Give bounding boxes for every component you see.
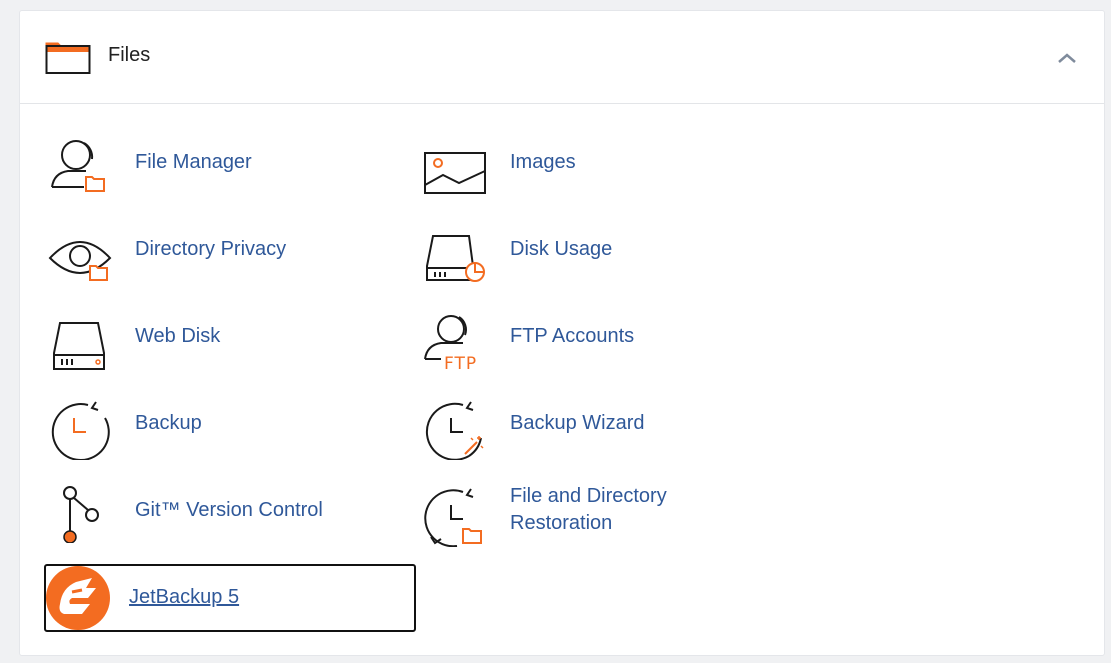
backup-link[interactable]: Backup [44,386,404,460]
chevron-up-icon[interactable] [1054,47,1080,69]
restoration-icon [424,488,482,547]
disk-usage-icon [426,235,485,282]
item-label: File and Directory Restoration [510,485,667,534]
item-label: File Manager [135,151,252,173]
item-label: JetBackup 5 [129,586,240,608]
disk-usage-link[interactable]: Disk Usage [419,212,779,284]
section-title: Files [108,44,151,66]
item-label: Backup Wizard [510,412,645,434]
git-version-control-link[interactable]: Git™ Version Control [44,473,404,545]
git-icon [63,486,99,543]
file-directory-restoration-link[interactable]: File and Directory Restoration [419,473,779,547]
web-disk-icon [53,322,105,370]
jetbackup-icon [46,566,110,630]
item-label: Backup [135,412,202,434]
backup-wizard-link[interactable]: Backup Wizard [419,386,779,460]
files-panel: Files File Manager Images Directory Priv… [19,10,1105,656]
file-manager-icon [51,140,105,192]
folder-icon [45,42,91,74]
item-label: Directory Privacy [135,238,287,260]
item-label: Images [510,151,576,173]
ftp-accounts-link[interactable]: FTP FTP Accounts [419,299,779,373]
item-label: Git™ Version Control [135,499,323,521]
jetbackup-link[interactable]: JetBackup 5 [44,564,416,632]
item-label: FTP Accounts [510,325,635,347]
ftp-icon-text: FTP [444,354,477,373]
backup-icon [51,401,110,460]
images-icon [424,152,486,194]
backup-wizard-icon [425,401,484,460]
files-section-header[interactable]: Files [20,11,1104,104]
directory-privacy-link[interactable]: Directory Privacy [44,212,404,284]
item-label: Web Disk [135,325,221,347]
web-disk-link[interactable]: Web Disk [44,299,404,371]
ftp-accounts-icon: FTP [424,315,477,373]
file-manager-link[interactable]: File Manager [44,125,404,197]
item-label: Disk Usage [510,238,613,260]
images-link[interactable]: Images [419,125,779,197]
directory-privacy-icon [48,241,112,281]
